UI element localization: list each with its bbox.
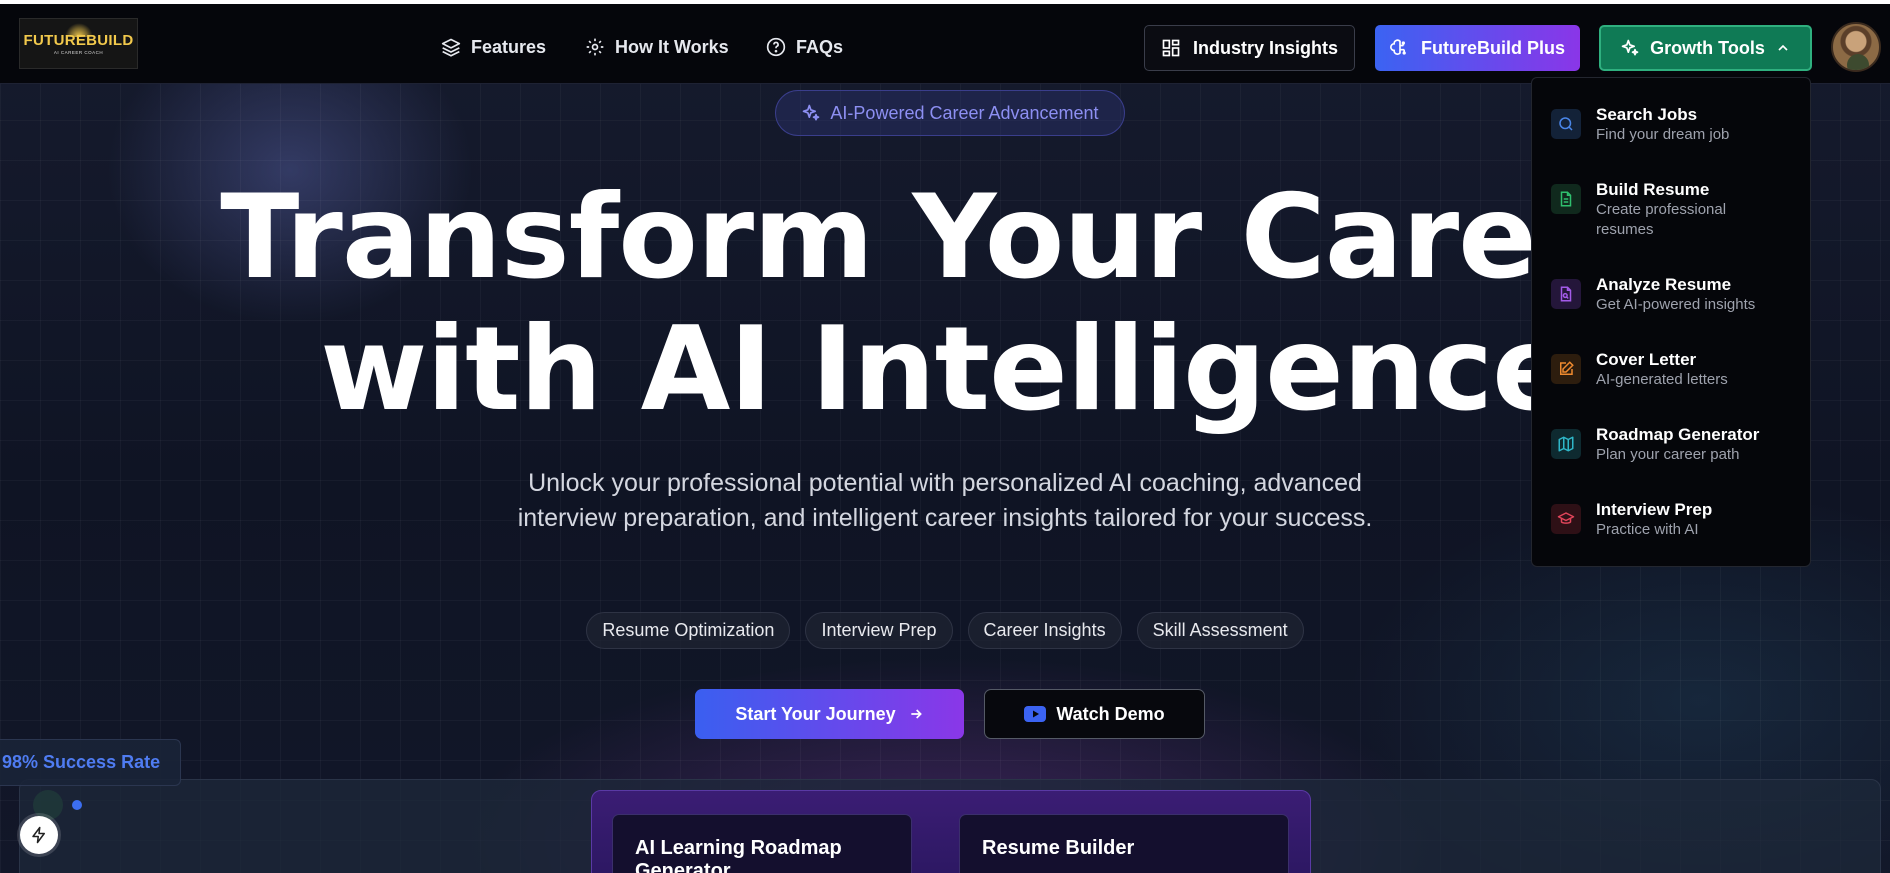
menu-item-desc: Get AI-powered insights	[1596, 296, 1756, 313]
sparkles-icon	[1621, 39, 1639, 56]
preview-card-roadmap-title: AI Learning Roadmap Generator	[635, 837, 842, 873]
menu-item-cover-letter[interactable]: Cover Letter AI-generated letters	[1551, 349, 1756, 390]
logo-sunburst	[64, 23, 93, 37]
logo-tagline: AI CAREER COACH	[53, 50, 104, 55]
nav-how-label: How It Works	[615, 36, 729, 57]
futurebuild-plus-label: FutureBuild Plus	[1421, 37, 1565, 58]
lightning-icon	[32, 826, 45, 844]
nav-faqs-label: FAQs	[796, 36, 844, 57]
quick-action-button[interactable]	[20, 816, 58, 854]
menu-item-analyze-resume[interactable]: Analyze Resume Get AI-powered insights	[1551, 274, 1756, 315]
help-circle-icon	[766, 37, 786, 57]
watch-demo-label: Watch Demo	[1056, 703, 1165, 724]
hero-badge: AI-Powered Career Advancement	[775, 90, 1125, 136]
nav-faqs[interactable]: FAQs	[766, 32, 843, 62]
menu-item-desc: Find your dream job	[1596, 126, 1730, 143]
menu-item-desc: AI-generated letters	[1596, 371, 1728, 388]
search-icon	[1551, 109, 1581, 139]
feature-chips: Resume Optimization Interview Prep Caree…	[0, 612, 1890, 649]
preview-card-roadmap[interactable]: AI Learning Roadmap Generator	[612, 814, 912, 873]
menu-item-desc: Plan your career path	[1596, 446, 1740, 463]
hero-subtitle: Unlock your professional potential with …	[517, 469, 1373, 532]
menu-item-build-resume[interactable]: Build Resume Create professional resumes	[1551, 179, 1756, 240]
menu-item-title: Interview Prep	[1596, 500, 1713, 519]
industry-insights-label: Industry Insights	[1192, 37, 1338, 58]
growth-tools-label: Growth Tools	[1650, 37, 1765, 58]
menu-item-search-jobs[interactable]: Search Jobs Find your dream job	[1551, 104, 1756, 145]
gear-icon	[586, 38, 604, 56]
menu-item-title: Build Resume	[1596, 180, 1710, 199]
chevron-up-icon	[1778, 44, 1788, 51]
menu-item-title: Search Jobs	[1596, 105, 1698, 124]
decorative-dot-blue	[72, 800, 82, 810]
menu-item-title: Cover Letter	[1596, 350, 1697, 369]
brain-circuit-icon	[1390, 39, 1406, 55]
menu-item-roadmap-generator[interactable]: Roadmap Generator Plan your career path	[1551, 424, 1759, 465]
chip-career-insights: Career Insights	[967, 612, 1122, 649]
nav-features-label: Features	[471, 36, 547, 57]
youtube-icon	[1024, 706, 1047, 722]
top-navbar: FUTUREBUILD AI CAREER COACH Features How…	[0, 4, 1890, 84]
menu-item-title: Roadmap Generator	[1596, 425, 1760, 444]
sparkles-icon	[803, 104, 820, 121]
document-icon	[1551, 184, 1581, 214]
pencil-square-icon	[1551, 354, 1581, 384]
start-journey-button[interactable]: Start Your Journey	[695, 689, 964, 739]
brand-logo[interactable]: FUTUREBUILD AI CAREER COACH	[19, 18, 138, 69]
nav-features[interactable]: Features	[441, 32, 546, 62]
menu-item-interview-prep[interactable]: Interview Prep Practice with AI	[1551, 499, 1756, 540]
user-avatar[interactable]	[1831, 22, 1881, 72]
growth-tools-button[interactable]: Growth Tools	[1599, 25, 1812, 71]
menu-item-title: Analyze Resume	[1596, 275, 1732, 294]
dashboard-icon	[1162, 39, 1180, 57]
hero-badge-label: AI-Powered Career Advancement	[830, 102, 1099, 123]
nav-how-it-works[interactable]: How It Works	[585, 32, 729, 62]
chip-skill-assessment: Skill Assessment	[1136, 612, 1304, 649]
futurebuild-plus-button[interactable]: FutureBuild Plus	[1375, 25, 1580, 71]
preview-card-resume-title: Resume Builder	[982, 837, 1135, 859]
menu-item-desc: Practice with AI	[1596, 521, 1699, 538]
menu-item-desc: Create professional resumes	[1596, 201, 1727, 238]
file-search-icon	[1551, 279, 1581, 309]
chip-resume-optimization: Resume Optimization	[586, 612, 791, 649]
chip-interview-prep: Interview Prep	[805, 612, 953, 649]
layers-icon	[441, 38, 461, 57]
arrow-right-icon	[911, 709, 922, 719]
start-journey-label: Start Your Journey	[735, 703, 896, 724]
map-icon	[1551, 429, 1581, 459]
success-rate-label: 98% Success Rate	[2, 752, 161, 772]
preview-card-resume-builder[interactable]: Resume Builder	[959, 814, 1289, 873]
success-rate-badge: 98% Success Rate	[0, 739, 181, 786]
industry-insights-button[interactable]: Industry Insights	[1144, 25, 1355, 71]
growth-tools-dropdown: Search Jobs Find your dream job Build Re…	[1531, 77, 1811, 567]
graduation-cap-icon	[1551, 504, 1581, 534]
watch-demo-button[interactable]: Watch Demo	[984, 689, 1205, 739]
